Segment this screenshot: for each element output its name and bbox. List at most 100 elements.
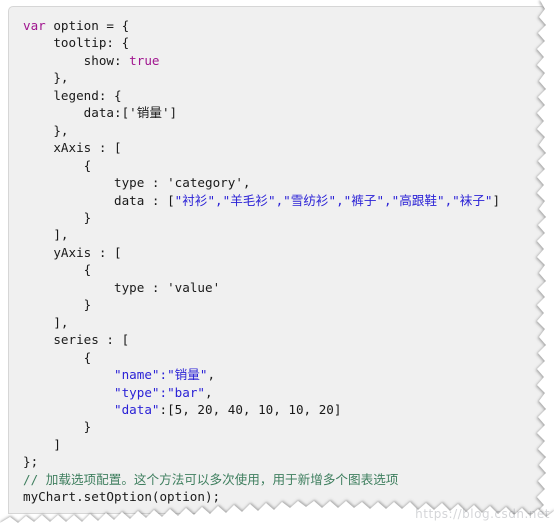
code-screenshot: var option = { tooltip: { show: true }, … [0, 0, 554, 529]
code-line: } [23, 296, 545, 313]
code-block[interactable]: var option = { tooltip: { show: true }, … [9, 7, 545, 506]
code-token: "name":" [114, 367, 175, 383]
code-token: type : 'value' [114, 279, 221, 295]
code-line: ], [23, 314, 545, 331]
code-line: xAxis : [ [23, 139, 545, 156]
code-line: type : 'category', [23, 174, 545, 191]
code-token: "," [207, 192, 231, 208]
code-line: data : ["衬衫","羊毛衫","雪纺衫","裤子","高跟鞋","袜子"… [23, 192, 545, 209]
code-token: } [83, 419, 92, 435]
code-line: { [23, 349, 545, 366]
code-token: ] [492, 192, 501, 208]
code-token: xAxis : [ [53, 140, 122, 156]
code-line: yAxis : [ [23, 244, 545, 261]
code-token: 加载选项配置。这个方法可以多次使用，用于新增多个图表选项 [45, 471, 399, 487]
code-token: } [83, 209, 92, 225]
code-token: { [83, 157, 92, 173]
code-line: show: true [23, 52, 545, 69]
code-token: yAxis : [ [53, 244, 122, 260]
code-line: data:['销量'] [23, 104, 545, 121]
code-line: }; [23, 453, 545, 470]
code-token: { [83, 349, 92, 365]
code-line: }, [23, 122, 545, 139]
code-token: 销量 [174, 367, 200, 383]
code-token: }; [23, 454, 39, 470]
code-token: type : 'category', [114, 175, 251, 191]
code-token: // [23, 471, 46, 487]
code-token: , [207, 367, 216, 383]
code-token: }, [53, 70, 69, 86]
code-token: "," [328, 192, 352, 208]
code-line: { [23, 261, 545, 278]
code-token: myChart.setOption(option); [23, 489, 221, 505]
code-token: }, [53, 122, 69, 138]
code-token: , [205, 384, 213, 400]
code-token: series : [ [53, 332, 130, 348]
code-token: "," [267, 192, 291, 208]
code-token: ] [53, 436, 61, 452]
code-line: } [23, 418, 545, 435]
code-token: true [129, 52, 160, 68]
code-line: "data":[5, 20, 40, 10, 10, 20] [23, 401, 545, 418]
code-line: }, [23, 69, 545, 86]
code-line: "name":"销量", [23, 366, 545, 383]
code-token: show: [83, 52, 130, 68]
code-line: type : 'value' [23, 279, 545, 296]
code-token: var [23, 18, 46, 33]
code-line: tooltip: { [23, 34, 545, 51]
code-token: 雪纺衫 [290, 192, 329, 208]
code-line: } [23, 209, 545, 226]
code-token: " [484, 192, 493, 208]
code-line: { [23, 157, 545, 174]
code-token: tooltip: { [53, 35, 130, 51]
code-token: "," [436, 192, 460, 208]
code-token: } [83, 297, 92, 313]
code-line: series : [ [23, 331, 545, 348]
code-token: "type":"bar" [114, 384, 205, 400]
code-token: 羊毛衫 [230, 192, 268, 208]
code-token: data : [ [114, 192, 175, 208]
code-token: 销量 [136, 105, 162, 121]
code-token: 袜子 [459, 192, 485, 208]
code-line: ] [23, 436, 545, 453]
code-line: myChart.setOption(option); [23, 488, 545, 505]
code-token: option = { [45, 18, 130, 33]
code-token: :[5, 20, 40, 10, 10, 20] [159, 401, 342, 417]
code-token: 裤子 [351, 192, 377, 208]
code-token: '] [161, 105, 178, 121]
code-token: 高跟鞋 [399, 192, 437, 208]
code-line: var option = { [23, 17, 545, 34]
code-token: legend: { [53, 87, 122, 103]
code-line: // 加载选项配置。这个方法可以多次使用，用于新增多个图表选项 [23, 471, 545, 488]
code-line: "type":"bar", [23, 384, 545, 401]
code-token: { [83, 262, 92, 278]
code-token: 衬衫 [182, 192, 208, 208]
code-line: legend: { [23, 87, 545, 104]
code-token: ], [53, 314, 69, 330]
code-editor-panel: var option = { tooltip: { show: true }, … [8, 6, 546, 514]
code-token: data:[' [83, 105, 137, 121]
